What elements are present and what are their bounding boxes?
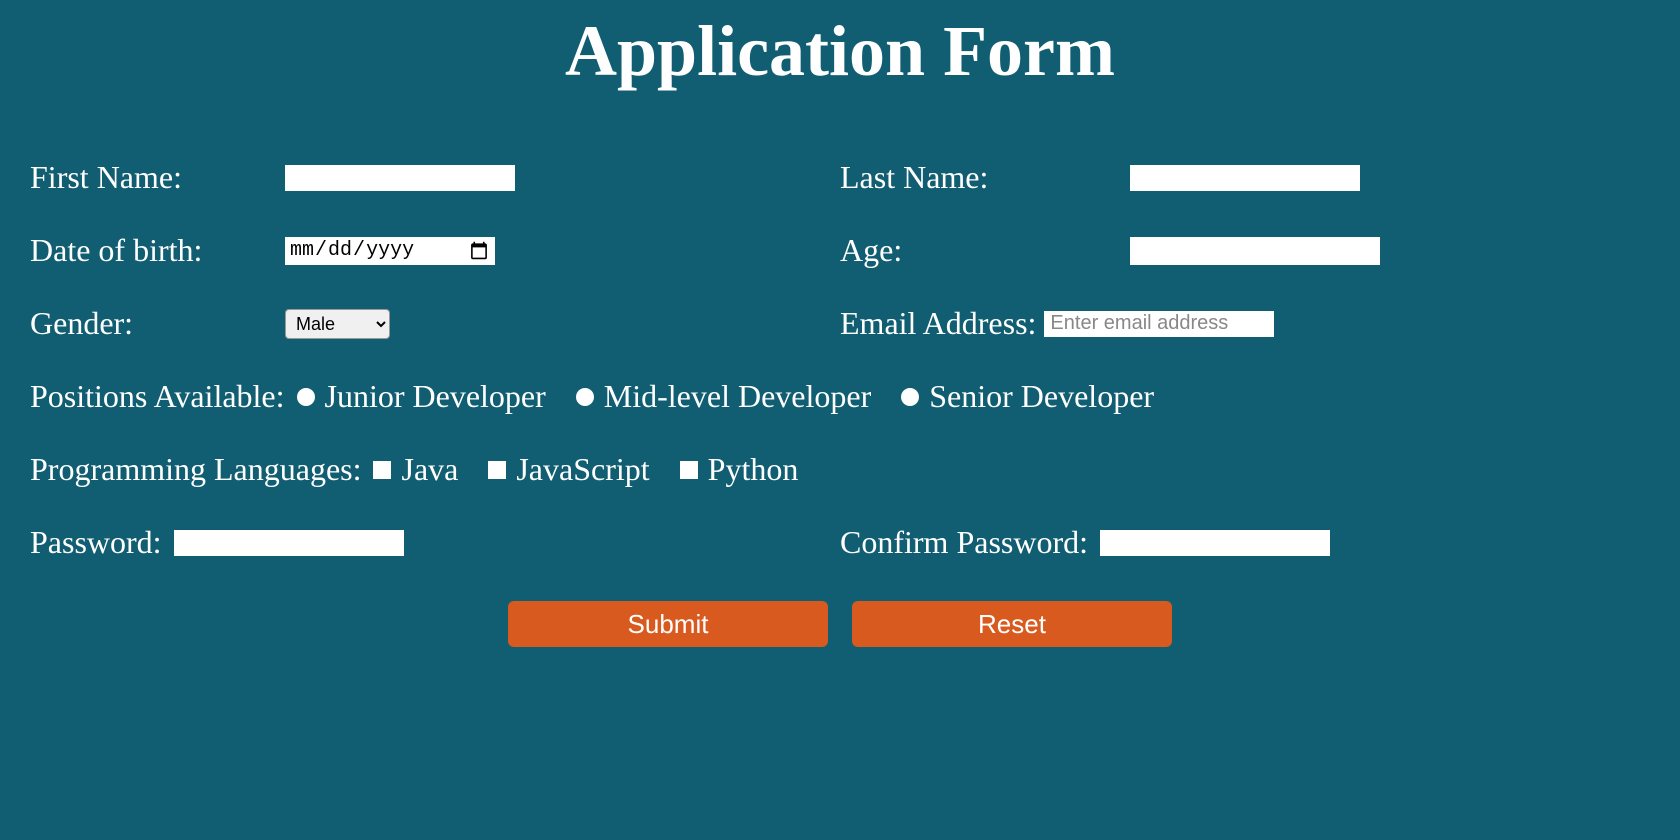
language-label: JavaScript	[516, 451, 649, 488]
age-label: Age:	[840, 232, 1130, 269]
position-label: Junior Developer	[325, 378, 546, 415]
gender-label: Gender:	[30, 305, 285, 342]
languages-label: Programming Languages:	[30, 451, 361, 488]
dob-input[interactable]	[285, 237, 495, 265]
first-name-input[interactable]	[285, 165, 515, 191]
position-radio-junior[interactable]	[297, 388, 315, 406]
row-gender-email: Gender: Male Female Email Address:	[30, 305, 1650, 342]
positions-label: Positions Available:	[30, 378, 285, 415]
password-input[interactable]	[174, 530, 404, 556]
first-name-label: First Name:	[30, 159, 285, 196]
submit-button[interactable]: Submit	[508, 601, 828, 647]
button-row: Submit Reset	[30, 601, 1650, 647]
position-label: Mid-level Developer	[604, 378, 871, 415]
language-label: Python	[708, 451, 799, 488]
language-checkbox-java[interactable]	[373, 461, 391, 479]
email-input[interactable]	[1044, 311, 1274, 337]
gender-select[interactable]: Male Female	[285, 309, 390, 339]
row-languages: Programming Languages: Java JavaScript P…	[30, 451, 1650, 488]
row-name: First Name: Last Name:	[30, 159, 1650, 196]
position-radio-senior[interactable]	[901, 388, 919, 406]
confirm-password-input[interactable]	[1100, 530, 1330, 556]
reset-button[interactable]: Reset	[852, 601, 1172, 647]
language-label: Java	[401, 451, 458, 488]
language-checkbox-javascript[interactable]	[488, 461, 506, 479]
confirm-password-label: Confirm Password:	[840, 524, 1088, 561]
last-name-label: Last Name:	[840, 159, 1130, 196]
dob-label: Date of birth:	[30, 232, 285, 269]
position-label: Senior Developer	[929, 378, 1154, 415]
position-radio-mid[interactable]	[576, 388, 594, 406]
email-label: Email Address:	[840, 305, 1036, 342]
last-name-input[interactable]	[1130, 165, 1360, 191]
row-positions: Positions Available: Junior Developer Mi…	[30, 378, 1650, 415]
row-dob-age: Date of birth: Age:	[30, 232, 1650, 269]
age-input[interactable]	[1130, 237, 1380, 265]
language-checkbox-python[interactable]	[680, 461, 698, 479]
page-title: Application Form	[30, 0, 1650, 123]
row-password: Password: Confirm Password:	[30, 524, 1650, 561]
password-label: Password:	[30, 524, 162, 561]
